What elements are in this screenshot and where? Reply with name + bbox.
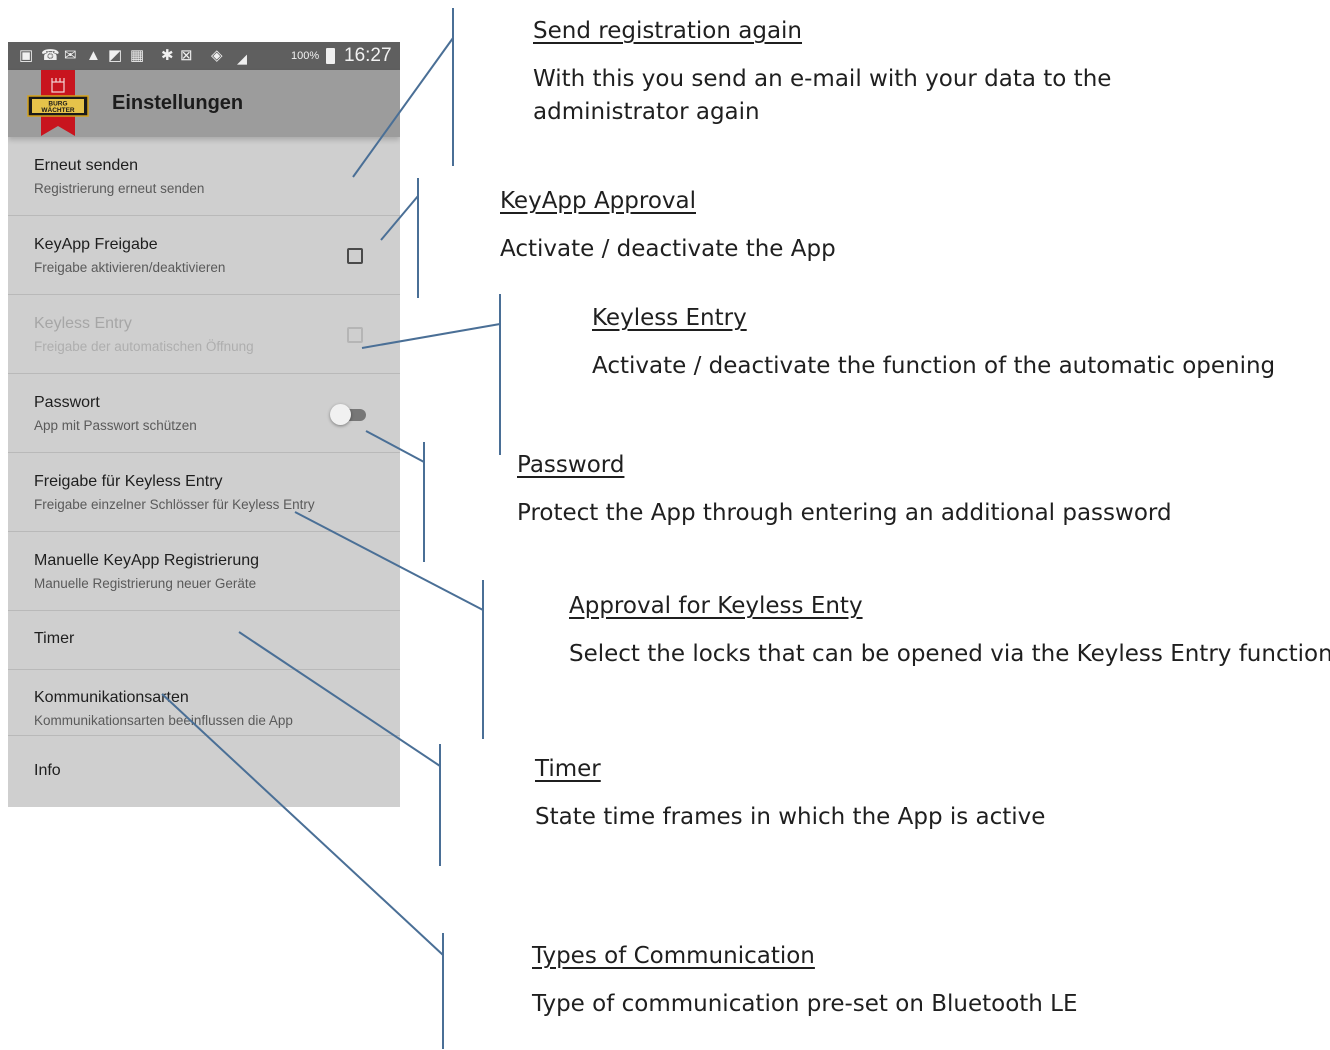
pointer-keyapp-approval bbox=[380, 195, 419, 241]
callout-description: Activate / deactivate the App bbox=[500, 236, 836, 262]
pointer-send-again bbox=[352, 37, 454, 178]
callout-heading: Send registration again bbox=[533, 18, 803, 44]
callout-heading: Types of Communication bbox=[532, 943, 815, 969]
callout-heading: KeyApp Approval bbox=[500, 188, 696, 214]
pointer-keyless-approval bbox=[294, 511, 484, 611]
callout-send-again: Send registration again With this you se… bbox=[533, 18, 1111, 129]
callout-heading: Password bbox=[517, 452, 625, 478]
pointer-communication bbox=[161, 693, 444, 956]
callout-description: With this you send an e-mail with your d… bbox=[533, 66, 1112, 125]
callout-keyless-entry: Keyless Entry Activate / deactivate the … bbox=[592, 305, 1275, 383]
callout-keyapp-approval: KeyApp Approval Activate / deactivate th… bbox=[500, 188, 836, 266]
callout-description: Protect the App through entering an addi… bbox=[517, 500, 1172, 526]
callout-description: Select the locks that can be opened via … bbox=[569, 641, 1330, 667]
pointer-password bbox=[365, 430, 425, 463]
callout-password: Password Protect the App through enterin… bbox=[517, 452, 1172, 530]
callout-description: Activate / deactivate the function of th… bbox=[592, 353, 1276, 379]
callout-heading: Approval for Keyless Enty bbox=[569, 593, 863, 619]
callout-heading: Timer bbox=[535, 756, 601, 782]
callout-description: State time frames in which the App is ac… bbox=[535, 804, 1046, 830]
callout-heading: Keyless Entry bbox=[592, 305, 747, 331]
callout-keyless-approval: Approval for Keyless Enty Select the loc… bbox=[569, 593, 1330, 671]
callout-description: Type of communication pre-set on Bluetoo… bbox=[532, 991, 1078, 1017]
pointer-keyless-entry bbox=[361, 323, 501, 349]
callout-timer: Timer State time frames in which the App… bbox=[535, 756, 1045, 834]
callout-communication: Types of Communication Type of communica… bbox=[532, 943, 1078, 1021]
pointer-timer bbox=[238, 631, 441, 767]
